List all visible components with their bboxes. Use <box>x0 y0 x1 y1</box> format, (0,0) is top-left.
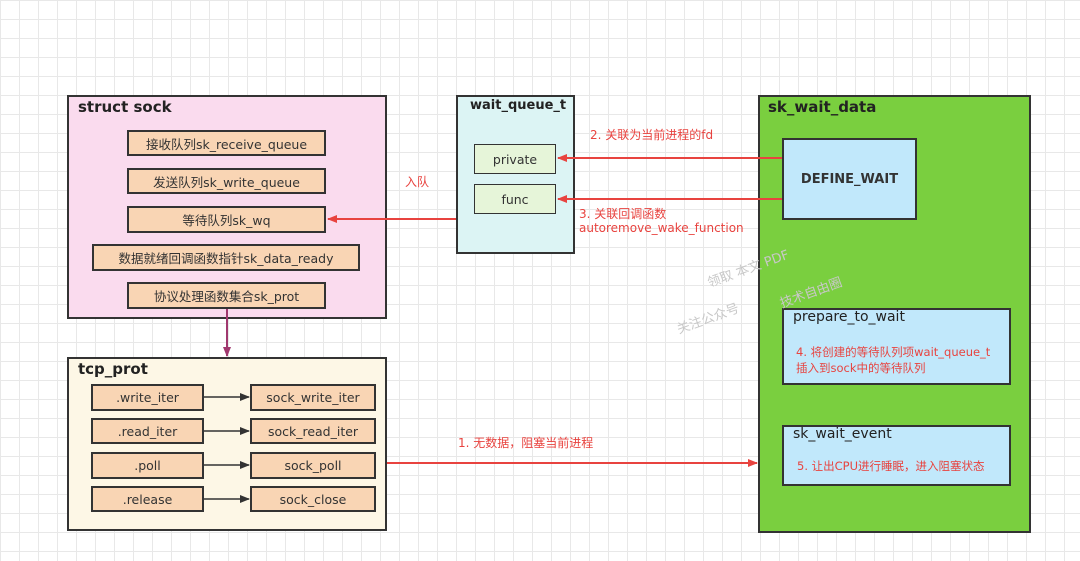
label-step3a: 3. 关联回调函数 <box>579 207 667 221</box>
label-enqueue: 入队 <box>405 175 430 189</box>
label-step1: 1. 无数据，阻塞当前进程 <box>458 436 594 450</box>
label-step3b: autoremove_wake_function <box>579 221 744 235</box>
arrows-layer <box>204 154 782 503</box>
label-step2: 2. 关联为当前进程的fd <box>590 128 714 142</box>
